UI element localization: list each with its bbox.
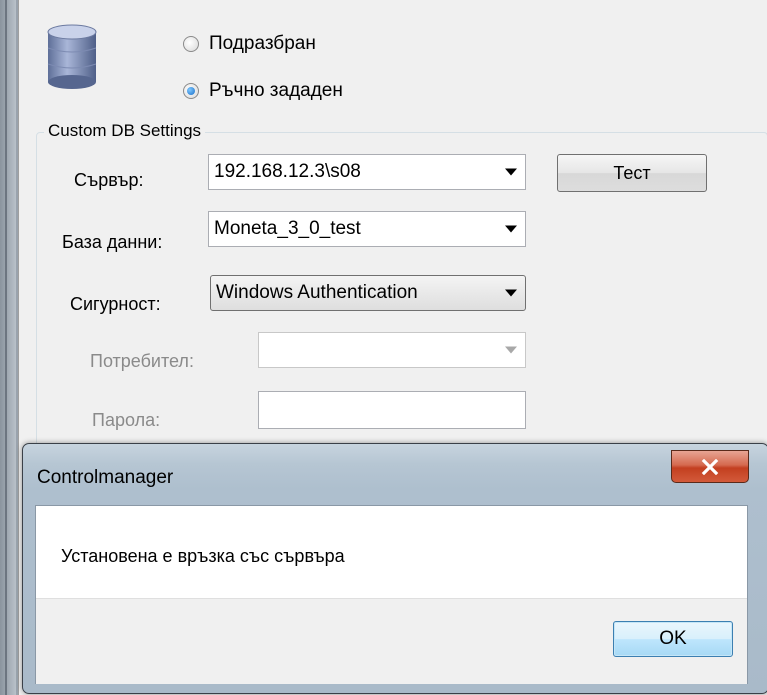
ok-button[interactable]: OK xyxy=(613,621,733,657)
database-value: Moneta_3_0_test xyxy=(214,218,361,239)
user-label: Потребител: xyxy=(90,351,194,371)
left-window-edge xyxy=(0,0,16,695)
close-button[interactable] xyxy=(671,450,749,483)
chevron-down-icon[interactable] xyxy=(505,168,517,176)
chevron-down-icon[interactable] xyxy=(505,346,517,354)
dialog-title: Controlmanager xyxy=(37,467,174,488)
chevron-down-icon[interactable] xyxy=(505,225,517,233)
radio-manual[interactable]: Ръчно зададен xyxy=(183,80,343,102)
radio-default-button[interactable] xyxy=(183,36,199,52)
radio-manual-label: Ръчно зададен xyxy=(209,80,343,101)
security-value: Windows Authentication xyxy=(216,282,418,303)
group-label: Custom DB Settings xyxy=(44,121,206,141)
dialog-message: Установена е връзка със сървъра xyxy=(61,546,345,566)
radio-default-label: Подразбран xyxy=(209,33,316,54)
database-label: База данни: xyxy=(62,232,163,252)
database-icon xyxy=(47,24,97,89)
dialog-body: Установена е връзка със сървъра OK xyxy=(35,505,748,684)
security-label: Сигурност: xyxy=(70,294,161,314)
database-combo[interactable]: Moneta_3_0_test xyxy=(208,211,526,247)
server-value: 192.168.12.3\s08 xyxy=(214,161,361,182)
test-button[interactable]: Тест xyxy=(557,154,707,192)
server-combo[interactable]: 192.168.12.3\s08 xyxy=(208,154,526,190)
chevron-down-icon[interactable] xyxy=(505,289,517,297)
dialog-footer: OK xyxy=(36,598,747,684)
radio-default[interactable]: Подразбран xyxy=(183,33,316,55)
close-icon[interactable] xyxy=(701,458,719,475)
user-combo[interactable] xyxy=(258,332,526,368)
password-label: Парола: xyxy=(92,410,161,430)
server-label: Сървър: xyxy=(74,170,144,190)
security-select[interactable]: Windows Authentication xyxy=(210,275,526,311)
password-field[interactable] xyxy=(258,391,526,429)
message-dialog: Controlmanager Установена е връзка със с… xyxy=(22,443,767,694)
radio-manual-button[interactable] xyxy=(183,83,199,99)
